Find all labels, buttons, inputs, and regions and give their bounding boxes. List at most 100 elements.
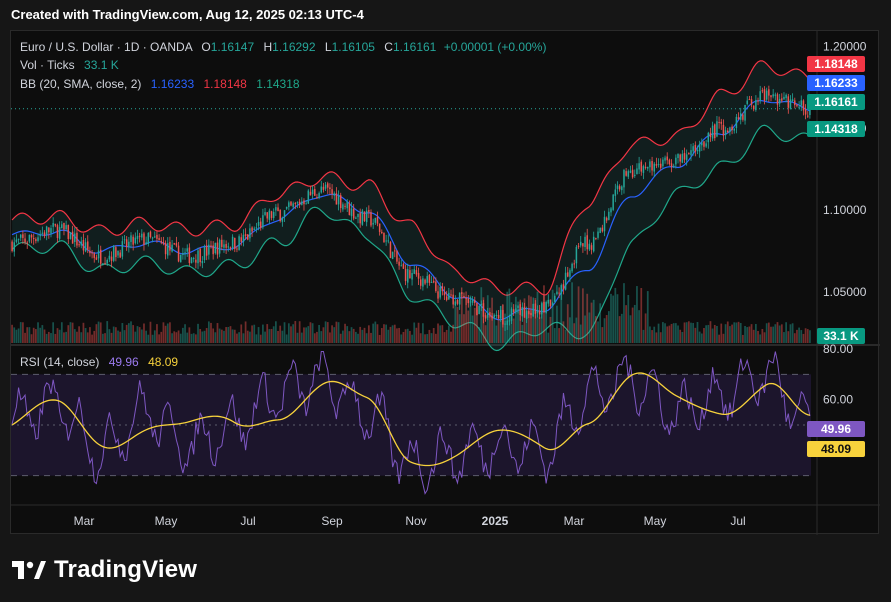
candle-body bbox=[378, 223, 381, 232]
volume-bar bbox=[700, 333, 703, 343]
candle-body bbox=[48, 227, 50, 233]
volume-bar bbox=[744, 325, 746, 343]
volume-bar bbox=[564, 329, 567, 343]
header-title: Created with TradingView.com, Aug 12, 20… bbox=[11, 7, 364, 22]
candle-body bbox=[242, 234, 245, 242]
volume-bar bbox=[279, 325, 282, 343]
candle-body bbox=[132, 236, 134, 245]
volume-bar bbox=[806, 329, 809, 343]
candle-body bbox=[569, 270, 571, 277]
candle-body bbox=[454, 301, 457, 306]
volume-bar bbox=[519, 301, 522, 343]
candle-body bbox=[71, 231, 74, 244]
volume-bar bbox=[796, 329, 798, 343]
candle-body bbox=[138, 235, 141, 237]
time-axis-tick: Mar bbox=[74, 514, 95, 528]
candle-body bbox=[659, 163, 662, 168]
candle-body bbox=[705, 143, 707, 147]
volume-bar bbox=[41, 325, 44, 343]
volume-bar bbox=[359, 326, 362, 343]
candle-body bbox=[244, 234, 247, 236]
volume-bar bbox=[545, 302, 547, 343]
volume-bar bbox=[367, 325, 370, 343]
chart-svg[interactable]: 1.050001.100001.150001.2000060.0080.00Ma… bbox=[11, 31, 880, 535]
time-axis-tick: Mar bbox=[564, 514, 585, 528]
candle-body bbox=[229, 247, 232, 249]
volume-bar bbox=[82, 322, 85, 343]
volume-bar bbox=[143, 323, 145, 343]
volume-bar bbox=[675, 323, 677, 343]
volume-bar bbox=[253, 324, 256, 343]
volume-bar bbox=[590, 302, 593, 343]
volume-bar bbox=[672, 323, 675, 343]
volume-bar bbox=[569, 317, 571, 343]
candle-body bbox=[342, 204, 344, 210]
candle-body bbox=[13, 242, 15, 252]
candle-body bbox=[512, 309, 515, 313]
candle-body bbox=[424, 279, 426, 284]
volume-bar bbox=[633, 304, 636, 343]
candle-body bbox=[141, 233, 143, 238]
volume-bar bbox=[145, 330, 147, 343]
candle-body bbox=[612, 194, 614, 210]
volume-bar bbox=[415, 327, 418, 343]
candle-body bbox=[348, 203, 351, 216]
candle-body bbox=[521, 306, 524, 317]
volume-bar bbox=[283, 322, 286, 343]
candle-body bbox=[627, 171, 630, 177]
basis-tag: 1.16233 bbox=[807, 75, 865, 91]
volume-bar bbox=[627, 295, 630, 343]
tradingview-logo-icon bbox=[12, 561, 46, 579]
volume-bar bbox=[592, 299, 595, 343]
candle-body bbox=[305, 203, 307, 205]
volume-bar bbox=[456, 306, 459, 343]
volume-bar bbox=[13, 327, 16, 343]
volume-bar bbox=[447, 325, 450, 343]
volume-bar bbox=[776, 322, 779, 343]
volume-bar bbox=[186, 332, 189, 343]
chart-frame[interactable]: 1.050001.100001.150001.2000060.0080.00Ma… bbox=[10, 30, 880, 535]
candle-body bbox=[125, 239, 128, 248]
candle-body bbox=[549, 299, 552, 307]
candle-body bbox=[638, 163, 640, 170]
candle-body bbox=[672, 165, 675, 167]
candle-body bbox=[149, 231, 152, 238]
candle-body bbox=[703, 141, 705, 147]
candle-body bbox=[188, 247, 191, 264]
time-axis-tick: Sep bbox=[321, 514, 343, 528]
candle-body bbox=[707, 132, 710, 143]
candle-body bbox=[692, 146, 694, 152]
bb-lower-value: 1.14318 bbox=[256, 77, 300, 91]
volume-bar bbox=[631, 307, 634, 343]
candle-body bbox=[618, 186, 621, 190]
rsi-ma-tag: 48.09 bbox=[807, 441, 865, 457]
price-axis-tick: 1.10000 bbox=[823, 203, 867, 217]
candle-body bbox=[394, 250, 396, 252]
candle-body bbox=[387, 240, 390, 242]
candle-body bbox=[208, 244, 210, 255]
candle-body bbox=[203, 246, 206, 261]
volume-bar bbox=[26, 327, 29, 343]
volume-bar bbox=[117, 330, 119, 343]
volume-bar bbox=[352, 328, 355, 343]
volume-bar bbox=[203, 330, 206, 343]
candle-body bbox=[599, 228, 601, 233]
volume-bar bbox=[607, 311, 610, 343]
volume-bar bbox=[584, 315, 586, 343]
candle-body bbox=[108, 255, 111, 260]
volume-bar bbox=[761, 328, 764, 343]
candle-body bbox=[584, 236, 586, 248]
volume-label: Vol · Ticks bbox=[20, 58, 75, 72]
candle-body bbox=[311, 189, 314, 195]
candle-body bbox=[636, 168, 638, 175]
volume-bar bbox=[387, 329, 390, 343]
candle-body bbox=[761, 90, 764, 92]
volume-bar bbox=[404, 329, 407, 343]
candle-body bbox=[30, 235, 33, 238]
candle-body bbox=[119, 252, 121, 258]
volume-bar bbox=[309, 322, 312, 343]
candle-body bbox=[52, 223, 54, 227]
candle-body bbox=[58, 227, 61, 239]
volume-bar bbox=[757, 331, 759, 343]
candle-body bbox=[376, 217, 379, 224]
